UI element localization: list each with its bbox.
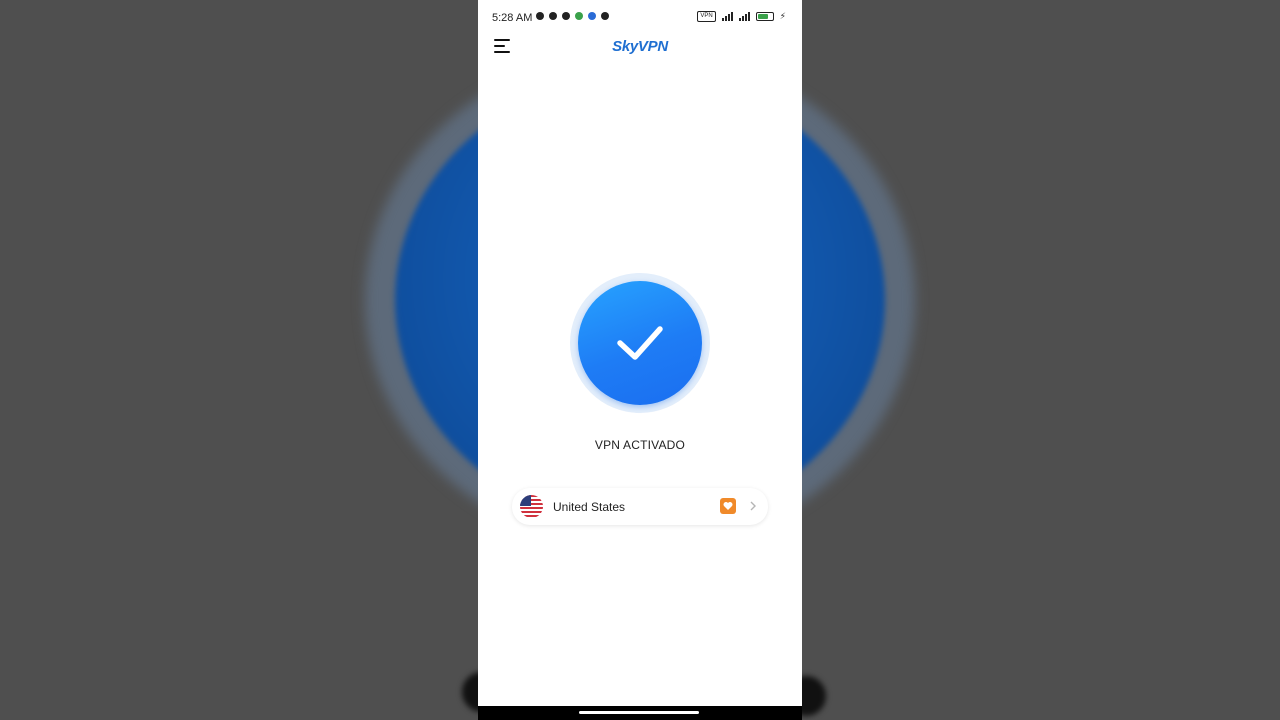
us-flag-icon [520, 495, 543, 518]
vpn-indicator: VPN [697, 11, 716, 22]
connect-button[interactable] [570, 273, 710, 413]
phone-screen: 5:28 AM VPN ⚡ SkyVPN VPN ACTIVADO United… [478, 0, 802, 720]
status-time: 5:28 AM [492, 12, 533, 24]
signal-icon [738, 12, 750, 21]
app-notification-icon [601, 12, 609, 20]
status-bar: 5:28 AM VPN ⚡ [478, 0, 802, 36]
app-notification-icon [588, 12, 596, 20]
moon-icon [536, 12, 544, 20]
server-selector[interactable]: United States [512, 488, 768, 525]
app-notification-icon [575, 12, 583, 20]
app-header: SkyVPN [478, 34, 802, 60]
battery-icon [755, 12, 774, 21]
server-country: United States [553, 500, 626, 514]
signal-icon [721, 12, 733, 21]
home-indicator[interactable] [579, 711, 699, 714]
navigation-bar [478, 706, 802, 720]
app-logo: SkyVPN [612, 38, 668, 55]
charging-icon: ⚡ [779, 11, 786, 21]
alarm-icon [562, 12, 570, 20]
checkmark-icon [617, 326, 663, 360]
system-icons: VPN ⚡ [697, 11, 786, 22]
chevron-right-icon [748, 498, 758, 519]
connection-status: VPN ACTIVADO [594, 438, 686, 452]
notification-icons [536, 12, 609, 20]
app-notification-icon [549, 12, 557, 20]
premium-heart-icon [720, 498, 736, 514]
connect-button-circle [578, 281, 702, 405]
